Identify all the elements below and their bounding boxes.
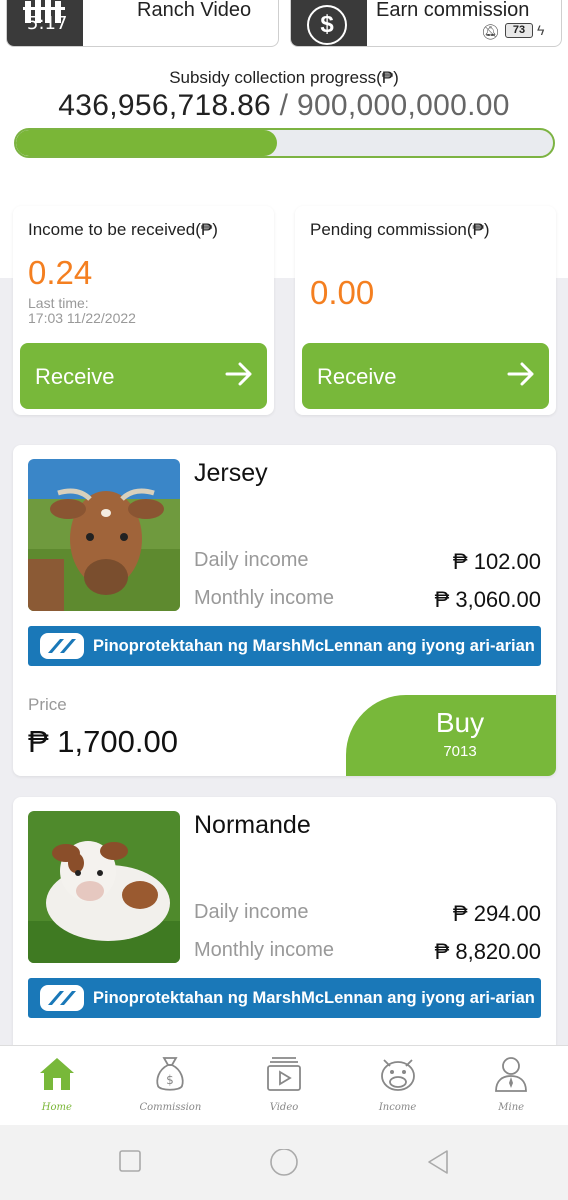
monthly-income-value: ₱ 3,060.00 <box>434 587 541 612</box>
nav-home-label: Home <box>41 1102 72 1113</box>
arrow-right-icon <box>225 362 252 386</box>
buy-button[interactable]: Buy 7013 <box>346 695 556 776</box>
receive-label: Receive <box>35 364 115 389</box>
bottom-nav: Home $ Commission Video Income Mine <box>0 1045 568 1125</box>
charging-icon: ϟ <box>537 22 545 38</box>
price-value: ₱ 1,700.00 <box>28 724 178 759</box>
nav-income-label: Income <box>378 1102 417 1113</box>
daily-income-label: Daily income <box>194 901 309 923</box>
earn-commission-icon-box: $ <box>291 0 367 46</box>
nav-commission-label: Commission <box>139 1102 202 1113</box>
person-icon <box>495 1057 528 1092</box>
income-card-title: Income to be received(₱) <box>28 220 218 239</box>
daily-income-value: ₱ 102.00 <box>452 549 541 574</box>
monthly-income-label: Monthly income <box>194 587 335 609</box>
marsh-logo-icon <box>40 633 84 659</box>
product-name: Jersey <box>194 459 268 487</box>
system-nav-bar <box>0 1125 568 1200</box>
jersey-cow-image <box>28 459 180 611</box>
marsh-logo-icon <box>40 985 84 1011</box>
home-system-button[interactable] <box>269 1149 299 1179</box>
svg-text:$: $ <box>167 1073 175 1087</box>
product-card-jersey: Jersey Daily income ₱ 102.00 Monthly inc… <box>13 445 556 776</box>
ranch-video-button[interactable]: 5:17 Ranch Video <box>6 0 279 47</box>
video-icon <box>267 1057 301 1091</box>
pending-commission-amount: 0.00 <box>310 274 375 311</box>
normande-cow-image <box>28 811 180 963</box>
receive-commission-button[interactable]: Receive <box>302 343 549 409</box>
progress-current: 436,956,718.86 <box>58 89 272 122</box>
pending-commission-title: Pending commission(₱) <box>310 220 490 239</box>
recent-apps-button[interactable] <box>118 1149 142 1173</box>
progress-bar <box>14 128 555 158</box>
receive-income-button[interactable]: Receive <box>20 343 267 409</box>
price-label: Price <box>28 695 67 714</box>
nav-income[interactable]: Income <box>341 1046 455 1125</box>
nav-home[interactable]: Home <box>0 1046 114 1125</box>
nav-mine[interactable]: Mine <box>454 1046 568 1125</box>
progress-separator: / <box>271 89 297 122</box>
nav-commission[interactable]: $ Commission <box>114 1046 228 1125</box>
pending-commission-card: Pending commission(₱) 0.00 Receive <box>295 206 556 415</box>
buy-count: 7013 <box>443 743 477 760</box>
back-system-button[interactable] <box>425 1149 451 1175</box>
battery-icon: 73 <box>505 23 533 38</box>
income-card: Income to be received(₱) 0.24 Last time:… <box>13 206 274 415</box>
buy-label: Buy <box>435 707 485 738</box>
insurance-banner: Pinoprotektahan ng MarshMcLennan ang iyo… <box>28 626 541 666</box>
home-icon <box>39 1058 74 1090</box>
signal-icon <box>87 19 97 29</box>
status-time: 5:17 <box>27 13 68 34</box>
bell-muted-icon: 🔕︎ <box>481 24 501 41</box>
earn-commission-label: Earn commission <box>376 0 530 21</box>
nav-video-label: Video <box>269 1102 299 1113</box>
insurance-banner-text: Pinoprotektahan ng MarshMcLennan ang iyo… <box>93 637 535 655</box>
last-time: Last time: 17:03 11/22/2022 <box>28 296 136 326</box>
daily-income-label: Daily income <box>194 549 309 571</box>
progress-total: 900,000,000.00 <box>296 89 510 122</box>
nav-video[interactable]: Video <box>227 1046 341 1125</box>
arrow-right-icon <box>507 362 534 386</box>
cow-icon <box>380 1059 415 1091</box>
money-bag-icon: $ <box>156 1057 184 1091</box>
progress-title: Subsidy collection progress(₱) <box>169 68 399 87</box>
progress-fill <box>16 130 277 156</box>
insurance-banner: Pinoprotektahan ng MarshMcLennan ang iyo… <box>28 978 541 1018</box>
ranch-video-label: Ranch Video <box>137 0 252 21</box>
monthly-income-value: ₱ 8,820.00 <box>434 939 541 964</box>
last-time-value: 17:03 11/22/2022 <box>28 310 136 326</box>
receive-label: Receive <box>317 364 397 389</box>
earn-commission-button[interactable]: $ Earn commission 🔕︎ 73 ϟ <box>290 0 562 47</box>
nav-mine-label: Mine <box>498 1102 525 1113</box>
product-card-normande: Normande Daily income ₱ 294.00 Monthly i… <box>13 797 556 1057</box>
daily-income-value: ₱ 294.00 <box>452 901 541 926</box>
monthly-income-label: Monthly income <box>194 939 335 961</box>
ranch-video-icon-box: 5:17 <box>7 0 97 46</box>
income-amount: 0.24 <box>28 254 93 291</box>
product-name: Normande <box>194 811 311 839</box>
insurance-banner-text: Pinoprotektahan ng MarshMcLennan ang iyo… <box>93 989 535 1007</box>
progress-values: 436,956,718.86 / 900,000,000.00 <box>0 89 568 123</box>
dollar-icon: $ <box>307 5 347 45</box>
last-time-label: Last time: <box>28 295 89 311</box>
